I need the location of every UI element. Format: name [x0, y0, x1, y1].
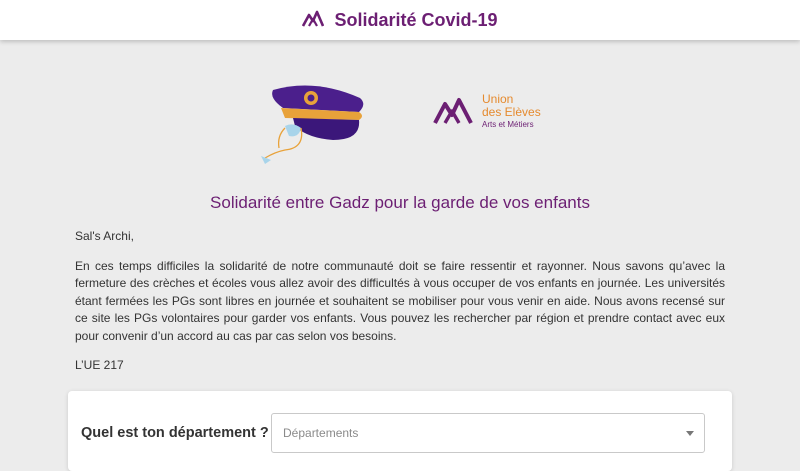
ue-mountain-icon	[302, 9, 325, 32]
intro-paragraph: En ces temps difficiles la solidarité de…	[75, 258, 725, 343]
chevron-down-icon	[686, 431, 694, 436]
department-question: Quel est ton département ?	[81, 425, 269, 441]
intro-content: Sal's Archi, En ces temps difficiles la …	[75, 228, 725, 375]
partner-logo-line2: des Elèves	[482, 105, 541, 119]
department-select-placeholder: Départements	[283, 426, 359, 440]
partner-logo-line3: Arts et Métiers	[482, 120, 534, 129]
partner-logo: Union des Elèves Arts et Métiers	[482, 93, 541, 131]
signature-text: L’UE 217	[75, 358, 124, 372]
top-bar: Solidarité Covid-19	[0, 0, 800, 40]
app-title: Solidarité Covid-19	[334, 9, 498, 30]
department-select[interactable]: Départements	[271, 413, 705, 453]
department-form-card: Quel est ton département ? Départements	[68, 391, 732, 471]
greeting-text: Sal's Archi,	[75, 229, 134, 243]
page-headline: Solidarité entre Gadz pour la garde de v…	[210, 193, 590, 212]
brand[interactable]: Solidarité Covid-19	[302, 9, 498, 32]
